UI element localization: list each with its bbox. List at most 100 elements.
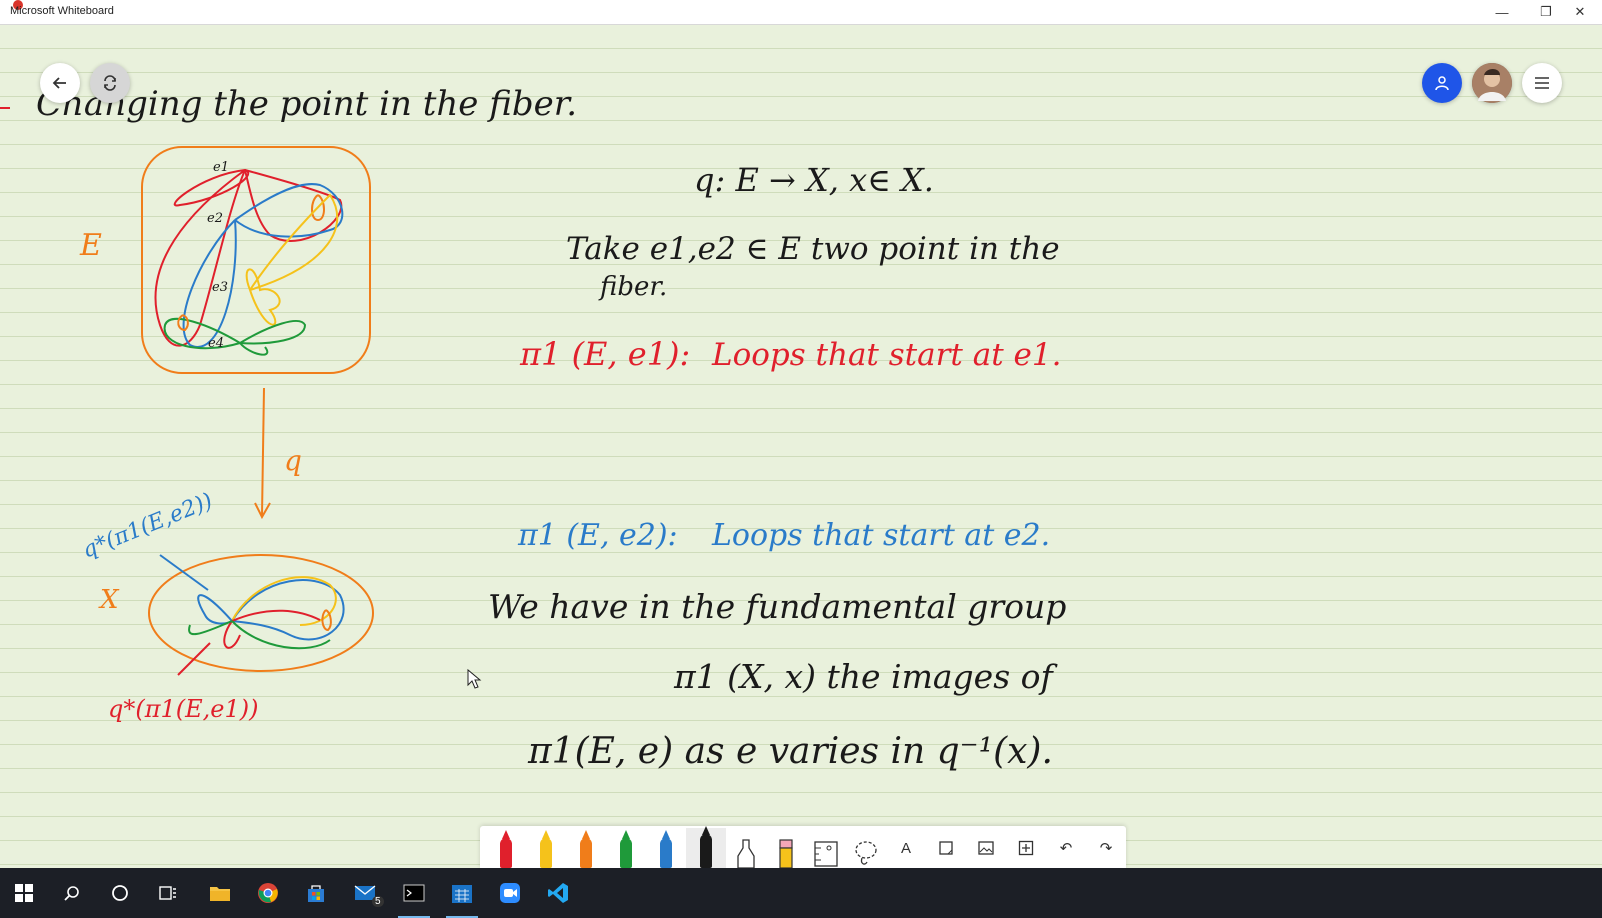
- image-e2-label: q*(π1(E,e2)): [79, 489, 216, 564]
- pen-red-icon: [500, 830, 512, 868]
- insert-plus-icon: [1018, 840, 1034, 856]
- search-button[interactable]: [48, 868, 96, 918]
- cortana-button[interactable]: [96, 868, 144, 918]
- vscode-icon: [548, 883, 568, 903]
- lasso-tool[interactable]: [846, 828, 886, 868]
- cortana-circle-icon: [112, 885, 128, 901]
- note-line-7: π1(E, e) as e varies in q⁻¹(x).: [527, 731, 1053, 772]
- menu-button[interactable]: [1522, 63, 1562, 103]
- point-e1-label: e1: [213, 160, 229, 175]
- folder-icon: [210, 887, 230, 901]
- pen-orange-icon: [580, 830, 592, 868]
- note-line-1: q: E → X, x∈ X.: [694, 161, 934, 199]
- x-loop-yellow: [231, 576, 337, 626]
- space-e-label: E: [79, 228, 102, 263]
- back-button[interactable]: [40, 63, 80, 103]
- vscode-button[interactable]: [534, 868, 582, 918]
- pen-black-icon: [700, 826, 712, 868]
- map-label: q: [284, 444, 302, 477]
- map-arrow-shaft: [261, 387, 265, 516]
- undo-icon: ↶: [1059, 840, 1073, 857]
- note-pi1-e1-rhs: Loops that start at e1.: [711, 337, 1061, 373]
- ink-layer: Changing the point in the fiber. E e1 e2…: [0, 84, 1066, 772]
- sticky-note-icon: [939, 841, 953, 855]
- image-e2-pointer: [159, 554, 209, 591]
- pen-green-tool[interactable]: [606, 828, 646, 868]
- zoom-button[interactable]: [486, 868, 534, 918]
- note-pi1-e1-lhs: π1 (E, e1):: [519, 335, 690, 373]
- whiteboard-canvas[interactable]: Changing the point in the fiber. E e1 e2…: [0, 25, 1602, 868]
- note-line-2a: Take e1,e2 ∈ E two point in the: [566, 231, 1060, 267]
- ruler-icon: [814, 841, 838, 867]
- eraser-icon: [779, 839, 793, 868]
- store-button[interactable]: [292, 868, 340, 918]
- mail-button[interactable]: 5: [342, 868, 390, 918]
- pen-red-tool[interactable]: [486, 828, 526, 868]
- title-bar: Microsoft Whiteboard — ❐ ✕: [0, 0, 1602, 25]
- window-title: Microsoft Whiteboard: [10, 5, 114, 17]
- note-line-5: We have in the fundamental group: [488, 587, 1066, 626]
- space-e-boundary: [141, 146, 371, 374]
- point-e2-label: e2: [207, 211, 223, 226]
- start-button[interactable]: [0, 868, 48, 918]
- pen-orange-tool[interactable]: [566, 828, 606, 868]
- store-bag-icon: [308, 885, 324, 902]
- note-tool[interactable]: [926, 828, 966, 868]
- text-icon: A: [900, 839, 911, 857]
- pen-blue-icon: [660, 830, 672, 868]
- note-pi1-e2-lhs: π1 (E, e2):: [517, 518, 678, 553]
- task-view-button[interactable]: [144, 868, 192, 918]
- ruler-tool[interactable]: [806, 828, 846, 868]
- pen-blue-tool[interactable]: [646, 828, 686, 868]
- eraser-tool[interactable]: [766, 828, 806, 868]
- redo-icon: ↷: [1099, 840, 1113, 857]
- image-e1-pointer: [177, 642, 211, 676]
- loop-green-1: [163, 317, 241, 350]
- point-e4-label: e4: [208, 336, 224, 351]
- user-avatar[interactable]: [1472, 63, 1512, 103]
- chrome-icon: [258, 883, 278, 903]
- pen-yellow-tool[interactable]: [526, 828, 566, 868]
- lasso-icon: [855, 841, 877, 865]
- invite-person-icon: [1435, 76, 1449, 91]
- avatar-icon: [1472, 63, 1512, 103]
- file-explorer-button[interactable]: [196, 868, 244, 918]
- sync-button[interactable]: [90, 63, 130, 103]
- arrow-left-icon: [52, 77, 66, 89]
- x-loop-green: [231, 620, 331, 650]
- taskbar: 5: [0, 868, 1602, 918]
- pen-black-tool[interactable]: [686, 826, 726, 868]
- note-line-6: π1 (X, x) the images of: [673, 657, 1058, 696]
- text-tool[interactable]: A: [886, 828, 926, 868]
- image-tool[interactable]: [966, 828, 1006, 868]
- ink-toolbar: A ↶ ↷: [480, 826, 1126, 868]
- undo-button[interactable]: ↶: [1046, 828, 1086, 868]
- calendar-icon: [452, 885, 472, 903]
- redo-button[interactable]: ↷: [1086, 828, 1126, 868]
- space-x-label: X: [98, 585, 120, 615]
- image-icon: [978, 841, 994, 855]
- calendar-button[interactable]: [438, 868, 486, 918]
- highlighter-tool[interactable]: [726, 828, 766, 868]
- insert-tool[interactable]: [1006, 828, 1046, 868]
- windows-logo-icon: [15, 884, 33, 902]
- pen-yellow-icon: [540, 830, 552, 868]
- sync-icon: [104, 75, 116, 91]
- x-loop-orange: [321, 609, 332, 632]
- close-button[interactable]: ✕: [1558, 0, 1602, 24]
- x-loop-blue-small: [197, 594, 233, 625]
- loop-green-3: [239, 342, 269, 356]
- note-line-2b: fiber.: [598, 272, 667, 302]
- note-pi1-e2-rhs: Loops that start at e2.: [711, 518, 1050, 553]
- mail-badge: 5: [372, 896, 384, 907]
- mouse-cursor-icon: [467, 668, 482, 689]
- minimize-button[interactable]: —: [1480, 0, 1524, 24]
- chrome-button[interactable]: [244, 868, 292, 918]
- pen-green-icon: [620, 830, 632, 868]
- loop-yellow-1: [245, 268, 281, 326]
- terminal-button[interactable]: [390, 868, 438, 918]
- task-view-icon: [159, 886, 176, 900]
- invite-button[interactable]: [1422, 63, 1462, 103]
- x-loop-red: [231, 609, 321, 622]
- point-e3-label: e3: [212, 280, 228, 295]
